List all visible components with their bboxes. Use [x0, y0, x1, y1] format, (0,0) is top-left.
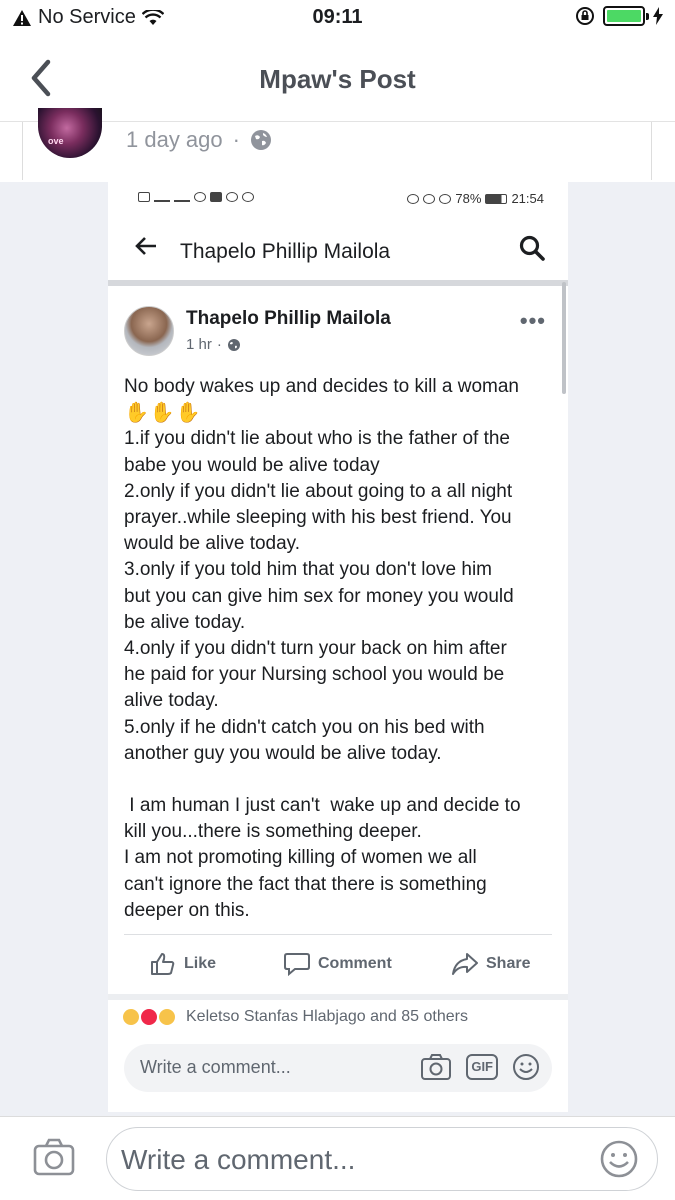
post-line: I am not promoting killing of women we a… — [124, 847, 477, 869]
post-line: alive today. — [124, 690, 219, 712]
image-share-label: Share — [486, 955, 531, 972]
globe-icon — [250, 130, 271, 150]
post-line: be alive today. — [124, 611, 246, 633]
image-reactions-text: Keletso Stanfas Hlabjago and 85 others — [186, 1008, 468, 1025]
image-action-bar: Like Comment Share — [108, 944, 568, 984]
post-line: can't ignore the fact that there is some… — [124, 873, 487, 895]
globe-icon — [227, 338, 240, 351]
image-battery-text: 78% — [455, 191, 482, 206]
post-line: he paid for your Nursing school you woul… — [124, 664, 505, 686]
share-arrow-icon — [452, 953, 478, 975]
comment-input-placeholder: Write a comment... — [121, 1144, 356, 1175]
image-divider — [108, 280, 568, 286]
camera-button[interactable] — [32, 1137, 76, 1177]
image-comment-box: Write a comment... GIF — [124, 1044, 552, 1092]
post-line: would be alive today. — [124, 533, 301, 555]
post-line: deeper on this. — [124, 899, 250, 921]
page-title: Mpaw's Post — [259, 64, 416, 94]
image-like-label: Like — [184, 955, 217, 972]
image-battery-icon — [485, 193, 508, 204]
smiley-icon — [600, 1140, 638, 1178]
raised-hands-emoji: ✋✋✋ — [124, 402, 202, 425]
image-separator — [124, 934, 552, 935]
image-reactions: Keletso Stanfas Hlabjago and 85 others — [122, 1008, 468, 1026]
post-line: prayer..while sleeping with his best fri… — [124, 507, 512, 529]
image-author-name: Thapelo Phillip Mailola — [186, 308, 391, 329]
comment-bar: Write a comment... — [0, 1116, 675, 1200]
post-line: but you can give him sex for money you w… — [124, 585, 514, 607]
smiley-icon — [513, 1054, 539, 1080]
sad-reaction-icon — [122, 1008, 140, 1026]
messenger-icon — [226, 192, 238, 202]
whatsapp-icon — [242, 192, 254, 202]
thumbs-up-icon — [151, 953, 175, 975]
headset-icon — [407, 193, 420, 204]
post-time-separator: · — [232, 127, 240, 152]
image-scrollbar — [562, 282, 566, 394]
status-bar-time: 09:11 — [312, 6, 363, 28]
status-bar: No Service 09:11 — [0, 0, 675, 38]
post-image[interactable]: 78% 21:54 Thapelo Phillip Mailola Thapel… — [108, 182, 568, 1112]
post-line: another guy you would be alive today. — [124, 742, 442, 764]
image-time: 21:54 — [511, 191, 544, 206]
wow-reaction-icon — [158, 1008, 176, 1026]
camera-icon — [33, 1138, 75, 1176]
orientation-lock-icon — [576, 7, 594, 25]
emoji-button[interactable] — [599, 1139, 639, 1179]
post-line: 4.only if you didn't turn your back on h… — [124, 638, 507, 660]
post-time: 1 day ago — [126, 127, 223, 152]
image-comment-icons: GIF — [420, 1053, 540, 1081]
post-line: 5.only if he didn't catch you on his bed… — [124, 716, 485, 738]
post-line: I am human I just can't wake up and deci… — [124, 795, 521, 817]
signal-icon — [154, 192, 170, 202]
arrow-left-icon — [135, 237, 156, 255]
post-timestamp[interactable]: 1 day ago · — [126, 127, 272, 153]
image-share-action: Share — [452, 952, 530, 976]
facebook-icon — [210, 192, 222, 202]
camera-icon — [421, 1054, 452, 1080]
charging-icon — [653, 7, 663, 25]
gif-icon: GIF — [466, 1054, 498, 1080]
image-author-avatar — [124, 306, 174, 356]
post-line: babe you would be alive today — [124, 454, 380, 476]
fm-icon — [194, 192, 206, 202]
post-line: 1.if you didn't lie about who is the fat… — [124, 428, 510, 450]
battery-icon — [603, 6, 649, 26]
gif-label: GIF — [471, 1059, 493, 1074]
image-post-meta: 1 hr · — [186, 336, 241, 353]
battery-fill — [607, 10, 641, 22]
image-post-time: 1 hr — [186, 336, 212, 353]
post-line: kill you...there is something deeper. — [124, 821, 422, 843]
outer-post-card — [22, 122, 652, 180]
post-line: No body wakes up and decides to kill a w… — [124, 376, 520, 397]
post-line: 3.only if you told him that you don't lo… — [124, 559, 492, 581]
comment-input[interactable]: Write a comment... — [106, 1127, 658, 1191]
alarm-icon — [423, 193, 436, 204]
image-post-body: No body wakes up and decides to kill a w… — [124, 374, 556, 924]
image-comment-placeholder: Write a comment... — [140, 1057, 291, 1077]
search-icon — [519, 235, 545, 261]
image-post-separator: · — [216, 336, 222, 353]
avatar-text: ove — [48, 136, 64, 146]
image-separator-thick — [108, 994, 568, 1000]
image-status-icons-right: 78% 21:54 — [407, 191, 544, 206]
status-bar-right — [575, 6, 663, 26]
clock-icon — [439, 193, 452, 204]
signal-icon — [174, 192, 190, 202]
comment-bubble-icon — [284, 953, 310, 976]
image-status-icons-left — [138, 192, 254, 202]
post-line: 2.only if you didn't lie about going to … — [124, 480, 513, 502]
image-like-action: Like — [150, 952, 216, 976]
mail-icon — [138, 192, 150, 202]
image-comment-action: Comment — [284, 952, 392, 976]
image-more-icon: ••• — [519, 308, 546, 333]
image-app-bar: Thapelo Phillip Mailola — [108, 218, 568, 282]
image-app-title: Thapelo Phillip Mailola — [180, 240, 391, 263]
image-status-bar: 78% 21:54 — [108, 182, 568, 218]
image-comment-label: Comment — [318, 955, 392, 972]
love-reaction-icon — [140, 1008, 158, 1026]
